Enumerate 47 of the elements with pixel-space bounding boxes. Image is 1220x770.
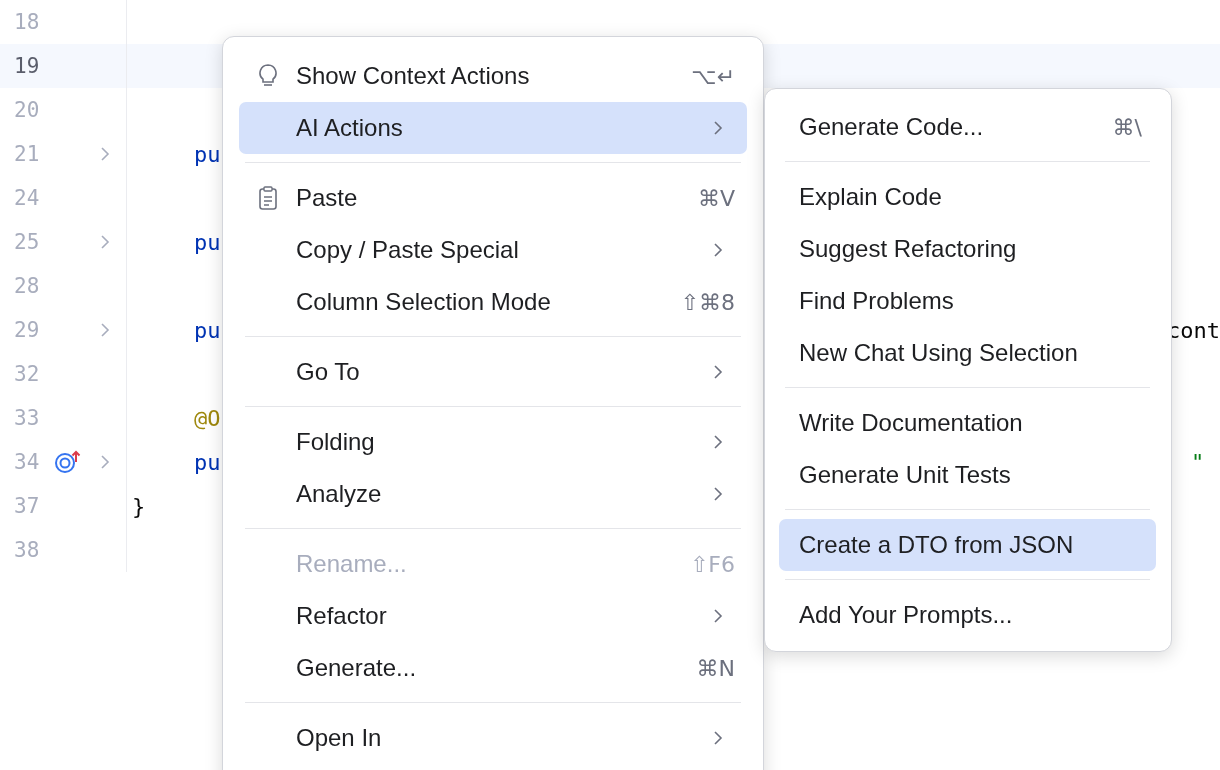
- menu-item[interactable]: Find Problems: [779, 275, 1156, 327]
- chevron-right-icon[interactable]: [100, 454, 110, 470]
- line-number: 25: [13, 230, 41, 254]
- menu-item[interactable]: Copy / Paste Special: [239, 224, 747, 276]
- menu-item[interactable]: Create a DTO from JSON: [779, 519, 1156, 571]
- menu-item[interactable]: Suggest Refactoring: [779, 223, 1156, 275]
- menu-item[interactable]: Go To: [239, 346, 747, 398]
- menu-item[interactable]: Generate... ⌘N: [239, 642, 747, 694]
- line-number: 18: [13, 10, 41, 34]
- menu-item[interactable]: Paste ⌘V: [239, 172, 747, 224]
- menu-item[interactable]: Folding: [239, 416, 747, 468]
- override-marker-icon[interactable]: [54, 450, 82, 474]
- line-number: 37: [13, 494, 41, 518]
- menu-item[interactable]: Open In: [239, 712, 747, 764]
- menu-item[interactable]: Write Documentation: [779, 397, 1156, 449]
- menu-item[interactable]: Add Your Prompts...: [779, 589, 1156, 641]
- code-text: pu: [194, 229, 221, 255]
- chevron-right-icon[interactable]: [100, 322, 110, 338]
- menu-item[interactable]: Explain Code: [779, 171, 1156, 223]
- menu-item[interactable]: Analyze: [239, 468, 747, 520]
- code-text: @O: [194, 405, 221, 431]
- line-number: 29: [13, 318, 41, 342]
- line-number: 28: [13, 274, 41, 298]
- line-number: 34: [13, 450, 41, 474]
- lightbulb-icon: [258, 63, 278, 89]
- code-text: pu: [194, 317, 221, 343]
- code-text: }: [132, 493, 146, 519]
- line-number: 21: [13, 142, 41, 166]
- menu-item[interactable]: AI Actions: [239, 102, 747, 154]
- menu-item[interactable]: Generate Code... ⌘\: [779, 101, 1156, 153]
- menu-item[interactable]: Generate Unit Tests: [779, 449, 1156, 501]
- menu-item[interactable]: Column Selection Mode ⇧⌘8: [239, 276, 747, 328]
- chevron-right-icon[interactable]: [100, 146, 110, 162]
- code-text: ": [1191, 449, 1205, 475]
- menu-item[interactable]: Refactor: [239, 590, 747, 642]
- line-number: 24: [13, 186, 41, 210]
- line-number: 32: [13, 362, 41, 386]
- line-number: 33: [13, 406, 41, 430]
- clipboard-icon: [258, 185, 278, 211]
- chevron-right-icon[interactable]: [100, 234, 110, 250]
- line-number: 19: [13, 54, 41, 78]
- menu-item[interactable]: Show Context Actions ⌥↵: [239, 50, 747, 102]
- code-text: pu: [194, 141, 221, 167]
- code-text: pu: [194, 449, 221, 475]
- line-number: 20: [13, 98, 41, 122]
- line-number: 38: [13, 538, 41, 562]
- menu-item[interactable]: New Chat Using Selection: [779, 327, 1156, 379]
